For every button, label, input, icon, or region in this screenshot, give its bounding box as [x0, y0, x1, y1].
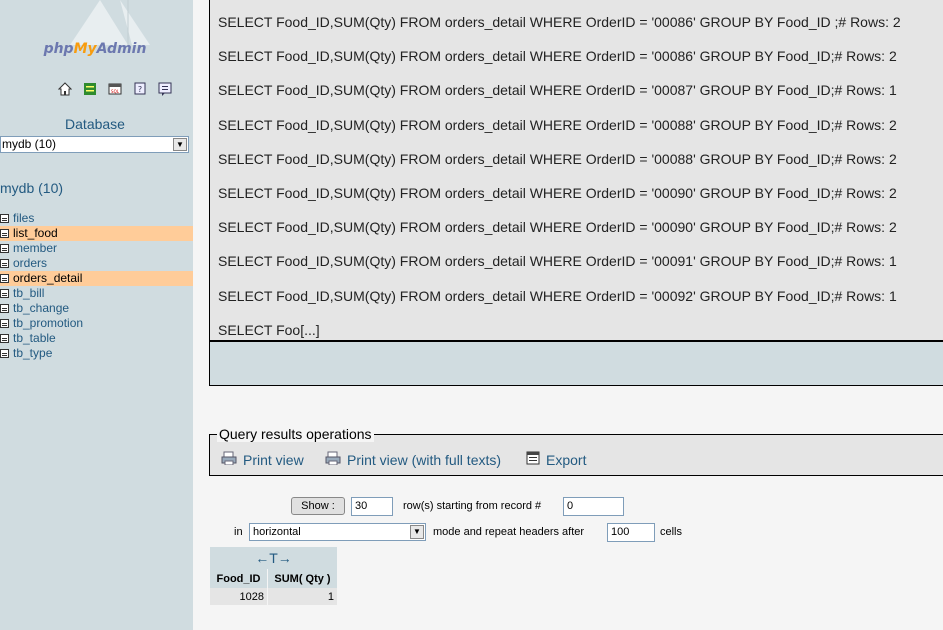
- svg-text:?: ?: [138, 85, 142, 94]
- sidebar-table-label: tb_table: [13, 331, 56, 345]
- exit-icon[interactable]: [82, 81, 98, 97]
- print-view-full-label: Print view (with full texts): [347, 451, 502, 468]
- table-icon[interactable]: [0, 304, 9, 313]
- sql-query-line: SELECT Food_ID,SUM(Qty) FROM orders_deta…: [218, 287, 897, 304]
- main-content-frame: SELECT Food_ID,SUM(Qty) FROM orders_deta…: [193, 0, 943, 630]
- chevron-down-icon[interactable]: ▼: [410, 525, 424, 539]
- database-label: Database: [65, 116, 125, 132]
- results-header-row: Food_ID SUM( Qty ): [210, 569, 337, 588]
- sidebar-table-tb-promotion[interactable]: tb_promotion: [0, 316, 193, 331]
- sidebar-table-orders[interactable]: orders: [0, 256, 193, 271]
- logo-php-text: php: [43, 41, 74, 57]
- print-view-label: Print view: [243, 451, 304, 468]
- repeat-headers-label: mode and repeat headers after: [433, 526, 585, 538]
- repeat-headers-input[interactable]: 100: [607, 523, 655, 542]
- sidebar-table-tb-table[interactable]: tb_table: [0, 331, 193, 346]
- table-list: files list_food member orders orders_detail t…: [0, 211, 193, 361]
- sidebar-table-label: files: [13, 211, 35, 225]
- sql-query-line: SELECT Food_ID,SUM(Qty) FROM orders_deta…: [218, 48, 897, 65]
- query-footer-bar: [209, 342, 943, 386]
- sql-query-line: SELECT Food_ID,SUM(Qty) FROM orders_deta…: [218, 82, 897, 99]
- help-icon[interactable]: [157, 81, 173, 97]
- start-record-input[interactable]: 0: [563, 497, 624, 516]
- home-icon[interactable]: [57, 81, 73, 97]
- table-icon[interactable]: [0, 349, 9, 358]
- logo-my-text: My: [73, 41, 97, 57]
- sidebar-table-label: tb_promotion: [13, 316, 84, 330]
- print-view-full-link[interactable]: Print view (with full texts): [325, 451, 501, 468]
- sidebar-table-label: tb_change: [13, 301, 70, 315]
- rows-count-input[interactable]: 30: [351, 497, 393, 516]
- table-icon[interactable]: [0, 274, 9, 283]
- svg-text:SQL: SQL: [111, 89, 120, 94]
- column-arrows[interactable]: ←T→: [210, 547, 337, 569]
- sidebar-table-label: list_food: [13, 226, 58, 240]
- left-navigation-frame: phpMyAdmin SQL ? Database mydb (10) ▼ my…: [0, 0, 193, 630]
- column-header[interactable]: Food_ID: [210, 569, 267, 588]
- show-button[interactable]: Show :: [291, 497, 345, 515]
- sidebar-table-tb-type[interactable]: tb_type: [0, 346, 193, 361]
- table-icon[interactable]: [0, 334, 9, 343]
- chevron-down-icon[interactable]: ▼: [173, 138, 187, 151]
- table-icon[interactable]: [0, 229, 9, 238]
- logo-admin-text: Admin: [96, 41, 147, 57]
- table-icon[interactable]: [0, 244, 9, 253]
- sidebar-table-label: orders_detail: [13, 271, 83, 285]
- sidebar-table-tb-change[interactable]: tb_change: [0, 301, 193, 316]
- sql-query-line: SELECT Food_ID,SUM(Qty) FROM orders_deta…: [218, 116, 897, 133]
- table-row: 1028 1: [210, 588, 337, 605]
- export-link[interactable]: Export: [526, 451, 586, 468]
- table-icon[interactable]: [0, 289, 9, 298]
- docs-icon[interactable]: ?: [132, 81, 148, 97]
- sql-query-line: SELECT Food_ID,SUM(Qty) FROM orders_deta…: [218, 150, 897, 167]
- export-label: Export: [546, 451, 587, 468]
- sql-query-box: SELECT Food_ID,SUM(Qty) FROM orders_deta…: [209, 0, 943, 340]
- sidebar-table-label: member: [13, 241, 58, 255]
- database-select[interactable]: mydb (10) ▼: [0, 136, 189, 153]
- sidebar-table-label: tb_bill: [13, 286, 45, 300]
- sailboat-logo-icon: [70, 0, 150, 45]
- database-heading-link[interactable]: mydb (10): [0, 180, 63, 196]
- quick-icons-bar: SQL ?: [57, 81, 182, 97]
- table-icon[interactable]: [0, 259, 9, 268]
- column-control-row: ←T→: [210, 547, 337, 569]
- column-header[interactable]: SUM( Qty ): [268, 569, 337, 588]
- display-mode-value: horizontal: [253, 526, 301, 538]
- table-cell: 1: [268, 588, 337, 605]
- sidebar-table-list-food[interactable]: list_food: [0, 226, 193, 241]
- in-label: in: [234, 526, 243, 538]
- export-icon: [526, 451, 540, 468]
- table-cell: 1028: [210, 588, 267, 605]
- sql-icon[interactable]: SQL: [107, 81, 123, 97]
- sql-query-line: SELECT Food_ID,SUM(Qty) FROM orders_deta…: [218, 14, 901, 30]
- cells-label: cells: [660, 526, 683, 538]
- sidebar-table-files[interactable]: files: [0, 211, 193, 226]
- database-select-value: mydb (10): [2, 137, 57, 151]
- printer-icon: [221, 451, 237, 468]
- sidebar-table-member[interactable]: member: [0, 241, 193, 256]
- table-icon[interactable]: [0, 214, 9, 223]
- sidebar-table-tb-bill[interactable]: tb_bill: [0, 286, 193, 301]
- sidebar-table-label: tb_type: [13, 346, 53, 360]
- rows-starting-label: row(s) starting from record #: [403, 500, 542, 512]
- sidebar-table-label: orders: [13, 256, 48, 270]
- print-view-link[interactable]: Print view: [221, 451, 304, 468]
- table-icon[interactable]: [0, 319, 9, 328]
- sql-query-line: SELECT Food_ID,SUM(Qty) FROM orders_deta…: [218, 253, 897, 270]
- printer-icon: [325, 451, 341, 468]
- sidebar-table-orders-detail[interactable]: orders_detail: [0, 271, 193, 286]
- operations-legend: Query results operations: [217, 426, 374, 442]
- sql-query-line: SELECT Food_ID,SUM(Qty) FROM orders_deta…: [218, 185, 897, 201]
- phpmyadmin-logo[interactable]: phpMyAdmin: [30, 41, 160, 57]
- sql-query-line: SELECT Foo[...]: [218, 321, 320, 338]
- sql-query-line: SELECT Food_ID,SUM(Qty) FROM orders_deta…: [218, 219, 897, 236]
- results-table: ←T→ Food_ID SUM( Qty ) 1028 1: [209, 547, 338, 605]
- display-mode-select[interactable]: horizontal ▼: [249, 523, 426, 541]
